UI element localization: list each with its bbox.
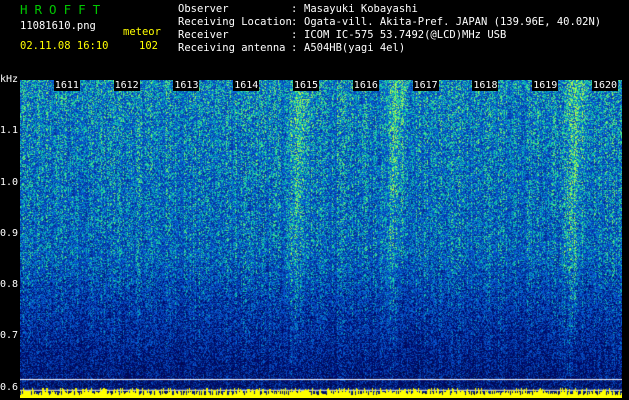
station-info: Observer: Masayuki Kobayashi Receiving Lo… — [178, 3, 601, 55]
location-row: Receiving Location: Ogata-vill. Akita-Pre… — [178, 16, 602, 28]
x-tick-label: 1615 — [293, 80, 320, 91]
meteor-label: meteor — [123, 26, 161, 38]
x-tick-label: 1618 — [472, 80, 499, 91]
field-value: ICOM IC-575 53.7492(@LCD)MHz USB — [304, 29, 507, 41]
x-tick-label: 1613 — [173, 80, 200, 91]
y-tick-label: 0.7 — [0, 330, 19, 342]
field-label: Receiving antenna — [178, 42, 286, 54]
field-label: Receiver — [178, 29, 229, 41]
y-tick-label: 0.6 — [0, 381, 19, 393]
field-value: A504HB(yagi 4el) — [304, 42, 406, 54]
field-value: Ogata-vill. Akita-Pref. JAPAN (139.96E, … — [304, 16, 602, 28]
x-tick-label: 1611 — [53, 80, 80, 91]
x-tick-label: 1616 — [352, 80, 379, 91]
spectrogram-heatmap — [20, 80, 622, 398]
x-tick-label: 1619 — [532, 80, 559, 91]
field-value: Masayuki Kobayashi — [304, 3, 418, 15]
x-tick-label: 1617 — [412, 80, 439, 91]
observer-row: Observer: Masayuki Kobayashi — [178, 3, 418, 15]
x-tick-label: 1612 — [113, 80, 140, 91]
field-label: Observer — [178, 3, 229, 15]
y-axis-unit-label: kHz — [0, 74, 19, 85]
y-tick-label: 1.0 — [0, 176, 19, 188]
filename: 11081610.png — [20, 20, 96, 32]
y-tick-label: 0.8 — [0, 279, 19, 291]
x-tick-label: 1620 — [592, 80, 619, 91]
field-label: Receiving Location — [178, 16, 292, 28]
y-tick-label: 0.9 — [0, 227, 19, 239]
antenna-row: Receiving antenna: A504HB(yagi 4el) — [178, 42, 406, 54]
y-tick-label: 1.1 — [0, 125, 19, 137]
date-time: 02.11.08 16:10 — [20, 40, 109, 52]
x-tick-label: 1614 — [233, 80, 260, 91]
meteor-count: 102 — [139, 40, 158, 52]
app-title: HROFFT — [20, 2, 108, 17]
receiver-row: Receiver: ICOM IC-575 53.7492(@LCD)MHz US… — [178, 29, 507, 41]
